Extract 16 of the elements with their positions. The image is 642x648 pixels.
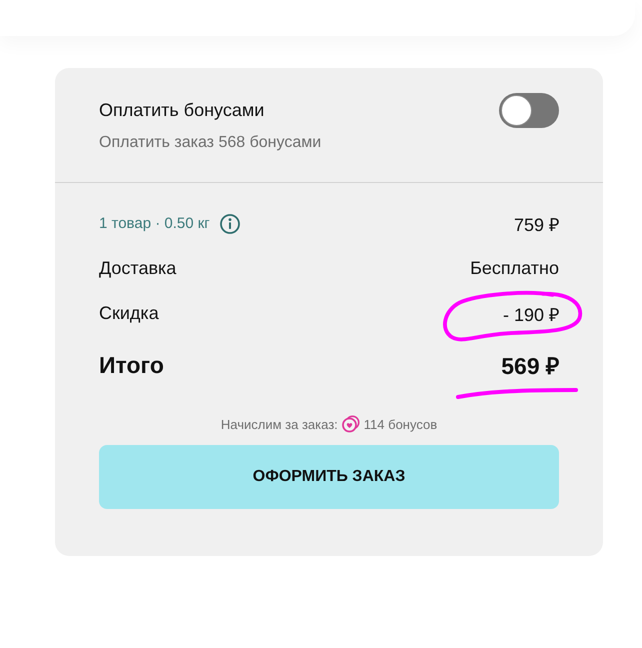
items-summary: 1 товар · 0.50 кг	[99, 215, 210, 232]
total-label: Итого	[99, 352, 164, 378]
row-value: - 190 ₽	[502, 304, 559, 326]
bonus-payment-subtitle: Оплатить заказ 568 бонусами	[99, 133, 322, 153]
toggle-switch[interactable]	[499, 92, 559, 128]
bonus-coin-icon	[342, 415, 360, 433]
accrual-amount: 114 бонусов	[364, 416, 438, 432]
row-value: 759 ₽	[514, 214, 559, 236]
row-label: Доставка	[99, 258, 176, 279]
row-label: Скидка	[99, 303, 159, 324]
row-value: Бесплатно	[470, 258, 559, 279]
checkout-button[interactable]: ОФОРМИТЬ ЗАКАЗ	[99, 445, 559, 509]
total-value: 569 ₽	[501, 352, 559, 381]
info-icon	[220, 214, 240, 234]
accrual-label: Начислим за заказ:	[220, 416, 338, 432]
bonus-payment-title: Оплатить бонусами	[99, 100, 264, 120]
